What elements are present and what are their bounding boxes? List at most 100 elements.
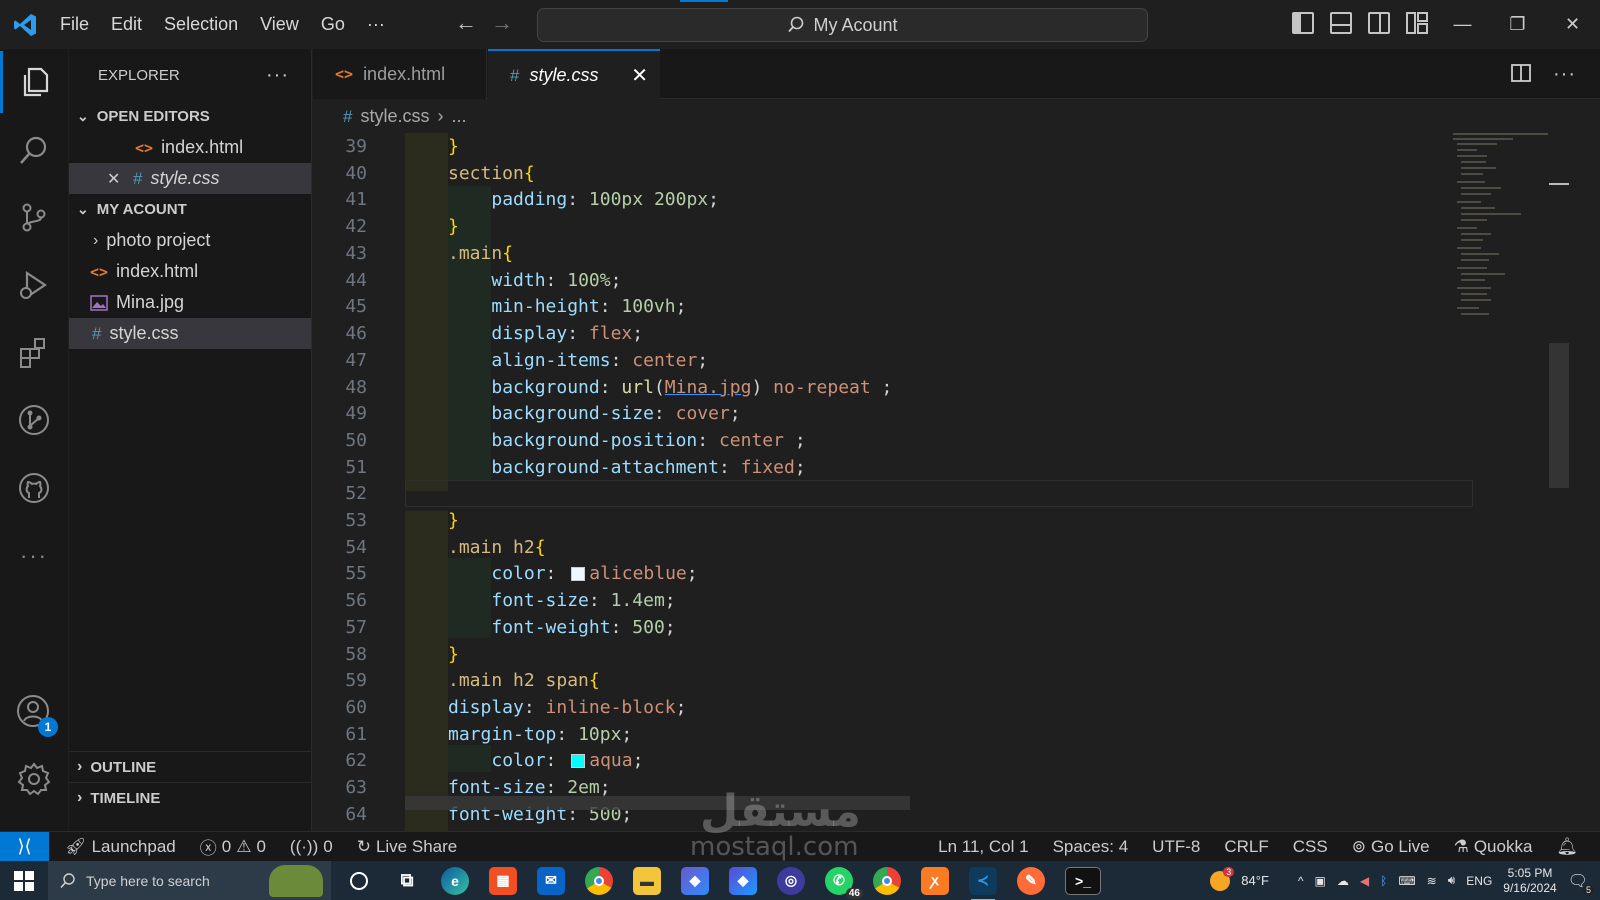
remote-indicator-icon[interactable]: ⟩⟨ bbox=[0, 831, 49, 862]
postman-icon[interactable]: ✎ bbox=[1017, 866, 1045, 895]
app-hexagon-icon[interactable]: ◆ bbox=[681, 866, 709, 895]
bluetooth-icon[interactable]: ᛒ bbox=[1380, 874, 1387, 888]
back-arrow-icon[interactable]: ← bbox=[455, 10, 477, 36]
onedrive-cloud-icon[interactable]: ☁ bbox=[1337, 874, 1349, 888]
encoding[interactable]: UTF-8 bbox=[1140, 837, 1212, 857]
extensions-icon[interactable] bbox=[0, 322, 68, 384]
editor-more-icon[interactable]: ··· bbox=[1553, 63, 1576, 89]
quokka-status[interactable]: ⚗ Quokka bbox=[1442, 837, 1545, 857]
wifi-icon[interactable]: ≋ bbox=[1427, 874, 1437, 888]
clock[interactable]: 5:05 PM 9/16/2024 bbox=[1503, 866, 1556, 896]
folder-section[interactable]: ⌄ MY ACOUNT bbox=[69, 194, 311, 225]
chrome-icon[interactable] bbox=[585, 866, 613, 895]
app-hexagon-2-icon[interactable]: ◆ bbox=[729, 866, 757, 895]
language-mode[interactable]: CSS bbox=[1281, 837, 1340, 857]
explorer-icon[interactable] bbox=[0, 51, 68, 113]
menu-edit[interactable]: Edit bbox=[100, 14, 153, 35]
vertical-scrollbar[interactable] bbox=[1549, 343, 1569, 488]
explorer-more-icon[interactable]: ··· bbox=[266, 64, 289, 87]
problems-status[interactable]: ⓧ 0 ⚠ 0 bbox=[188, 834, 278, 859]
go-live-button[interactable]: ⊚ Go Live bbox=[1340, 837, 1442, 857]
restore-icon[interactable]: ❐ bbox=[1490, 0, 1545, 49]
open-editor-index-html[interactable]: <> index.html bbox=[69, 132, 311, 163]
menu-selection[interactable]: Selection bbox=[153, 14, 249, 35]
open-editors-section[interactable]: ⌄ OPEN EDITORS bbox=[69, 101, 311, 132]
git-graph-icon[interactable] bbox=[0, 389, 68, 451]
windows-start-icon[interactable] bbox=[0, 870, 48, 891]
run-debug-icon[interactable] bbox=[0, 254, 68, 316]
notifications-bell-icon[interactable]: 🔔︎ bbox=[1544, 837, 1590, 857]
file-explorer-icon[interactable]: ▬ bbox=[633, 866, 661, 895]
tab-style-css[interactable]: # style.css ✕ bbox=[488, 49, 660, 100]
source-control-icon[interactable] bbox=[0, 186, 68, 248]
settings-gear-icon[interactable] bbox=[0, 748, 68, 810]
toggle-secondary-sidebar-icon[interactable] bbox=[1368, 12, 1390, 34]
minimap[interactable] bbox=[1443, 133, 1553, 333]
file-style-css[interactable]: # style.css bbox=[69, 318, 311, 349]
chrome-2-icon[interactable] bbox=[873, 866, 901, 895]
task-view-icon[interactable]: ⧉ bbox=[393, 867, 421, 895]
breadcrumb-rest[interactable]: ... bbox=[451, 106, 466, 127]
split-editor-icon[interactable] bbox=[1511, 63, 1531, 89]
notification-center-icon[interactable]: 🗨︎ 5 bbox=[1568, 871, 1594, 895]
code-line: 40 section{ bbox=[313, 160, 1473, 187]
live-share-status[interactable]: ↻ Live Share bbox=[345, 837, 470, 857]
activity-bar: ··· 1 bbox=[0, 49, 68, 831]
input-indicator-icon[interactable]: ⌨ bbox=[1398, 874, 1415, 888]
menu-file[interactable]: File bbox=[49, 14, 100, 35]
edge-browser-icon[interactable]: e bbox=[441, 866, 469, 895]
menu-view[interactable]: View bbox=[249, 14, 310, 35]
menu-go[interactable]: Go bbox=[310, 14, 356, 35]
ports-status[interactable]: ((·)) 0 bbox=[278, 837, 345, 857]
close-tab-icon[interactable]: ✕ bbox=[631, 63, 648, 88]
search-activity-icon[interactable] bbox=[0, 119, 68, 181]
meet-now-icon[interactable]: ▣ bbox=[1315, 874, 1326, 888]
volume-icon[interactable]: 🔊︎ bbox=[1448, 873, 1456, 888]
microsoft-store-icon[interactable]: ▦ bbox=[489, 866, 517, 895]
xampp-icon[interactable]: ꭗ bbox=[921, 866, 949, 895]
launchpad-status[interactable]: 🚀︎ Launchpad bbox=[53, 837, 188, 857]
code-editor[interactable]: 39} 40 section{ 41 padding: 100px 200px; … bbox=[313, 133, 1600, 831]
code-line: 50 background-position: center ; bbox=[313, 427, 1473, 454]
menu-more[interactable]: ··· bbox=[356, 14, 396, 35]
file-index-html[interactable]: <> index.html bbox=[69, 256, 311, 287]
whatsapp-icon[interactable]: ✆ 46 bbox=[825, 866, 863, 899]
minimize-icon[interactable]: — bbox=[1435, 0, 1490, 49]
weather-icon[interactable]: 3 bbox=[1210, 866, 1235, 891]
taskbar-search-box[interactable]: Type here to search bbox=[48, 861, 331, 900]
task-view-circle-icon[interactable] bbox=[345, 867, 373, 895]
indentation[interactable]: Spaces: 4 bbox=[1041, 837, 1141, 857]
outline-section[interactable]: › OUTLINE bbox=[69, 751, 312, 782]
line-ending[interactable]: CRLF bbox=[1212, 837, 1280, 857]
folder-photo-project[interactable]: › photo project bbox=[69, 225, 311, 256]
forward-arrow-icon[interactable]: → bbox=[491, 10, 513, 36]
line-number: 56 bbox=[345, 590, 367, 611]
vscode-taskbar-icon[interactable]: ≺ bbox=[969, 866, 997, 900]
file-mina-jpg[interactable]: Mina.jpg bbox=[69, 287, 311, 318]
color-swatch-aqua[interactable] bbox=[571, 754, 586, 768]
terminal-icon[interactable]: >_ bbox=[1065, 866, 1101, 895]
mail-icon[interactable]: ✉ bbox=[537, 866, 565, 895]
app-globe-icon[interactable]: ◎ bbox=[777, 866, 805, 895]
more-views-icon[interactable]: ··· bbox=[0, 525, 68, 587]
command-center-search[interactable]: My Acount bbox=[537, 8, 1148, 42]
github-icon[interactable] bbox=[0, 457, 68, 519]
close-editor-icon[interactable]: ✕ bbox=[107, 169, 125, 189]
volume-mute-icon[interactable]: ◀ bbox=[1360, 874, 1369, 888]
close-window-icon[interactable]: ✕ bbox=[1545, 0, 1600, 49]
language-indicator[interactable]: ENG bbox=[1466, 874, 1492, 888]
customize-layout-icon[interactable] bbox=[1406, 12, 1428, 34]
vscode-logo-icon bbox=[0, 0, 49, 49]
toggle-primary-sidebar-icon[interactable] bbox=[1292, 12, 1314, 34]
timeline-section[interactable]: › TIMELINE bbox=[69, 782, 312, 813]
toggle-panel-icon[interactable] bbox=[1330, 12, 1352, 34]
chevron-up-icon[interactable]: ^ bbox=[1298, 874, 1304, 888]
accounts-icon[interactable]: 1 bbox=[0, 681, 68, 743]
open-editor-style-css[interactable]: ✕ # style.css bbox=[69, 163, 311, 194]
weather-temp[interactable]: 84°F bbox=[1241, 873, 1269, 888]
tab-index-html[interactable]: <> index.html bbox=[313, 49, 487, 99]
breadcrumb-file[interactable]: style.css bbox=[360, 106, 429, 127]
cursor-position[interactable]: Ln 11, Col 1 bbox=[926, 837, 1040, 857]
code-line: 49 background-size: cover; bbox=[313, 400, 1473, 427]
color-swatch-aliceblue[interactable] bbox=[571, 567, 586, 581]
